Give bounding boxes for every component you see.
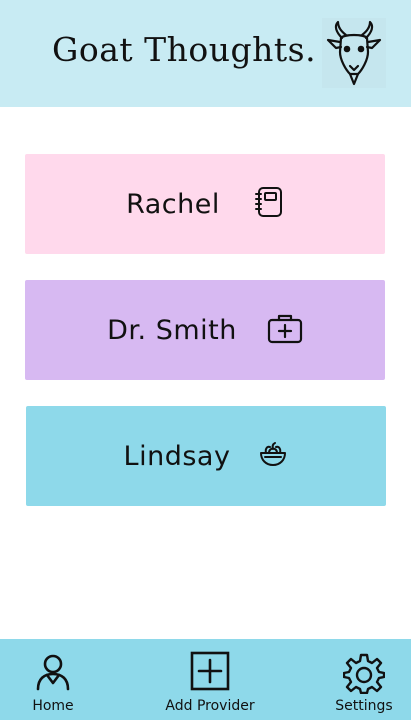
provider-card-lindsay[interactable]: Lindsay [26, 406, 386, 506]
nav-add-provider[interactable]: Add Provider [160, 639, 260, 720]
nav-settings[interactable]: Settings [334, 639, 394, 720]
nav-home[interactable]: Home [22, 639, 84, 720]
provider-name: Dr. Smith [107, 314, 237, 346]
app-header: Goat Thoughts. [0, 0, 411, 107]
add-square-icon [190, 651, 230, 695]
nav-settings-label: Settings [335, 698, 393, 714]
notebook-icon [254, 186, 284, 222]
salad-bowl-icon [258, 440, 288, 472]
provider-card-dr-smith[interactable]: Dr. Smith [25, 280, 385, 380]
person-icon [35, 653, 71, 695]
provider-name: Rachel [126, 188, 220, 220]
gear-icon [342, 652, 386, 698]
app-title: Goat Thoughts. [52, 30, 317, 69]
provider-card-rachel[interactable]: Rachel [25, 154, 385, 254]
provider-name: Lindsay [123, 440, 231, 472]
bottom-nav: Home Add Provider Settings [0, 639, 411, 720]
nav-home-label: Home [32, 698, 74, 714]
medical-kit-icon [267, 312, 303, 348]
nav-add-provider-label: Add Provider [165, 698, 255, 714]
goat-head-icon [322, 18, 386, 88]
